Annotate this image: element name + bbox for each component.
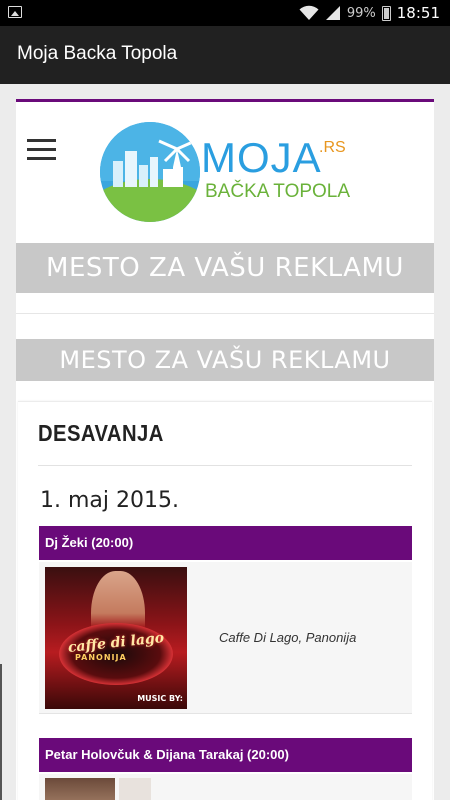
wifi-icon bbox=[299, 5, 319, 20]
poster-subbrand-text: PANONIJA bbox=[75, 653, 127, 662]
event-poster-image[interactable] bbox=[45, 778, 115, 800]
section-title: DESAVANJA bbox=[38, 420, 164, 446]
event-venue: Caffe Di Lago, Panonija bbox=[219, 630, 357, 645]
event-item[interactable] bbox=[39, 774, 412, 800]
event-item[interactable]: caffe di lago PANONIJA MUSIC BY: Caffe D… bbox=[39, 562, 412, 714]
ad-banner-2[interactable]: MESTO ZA VAŠU REKLAMU bbox=[16, 339, 434, 381]
event-poster-image bbox=[119, 778, 151, 800]
status-bar-right: 99% 18:51 bbox=[299, 3, 440, 23]
scrollbar[interactable] bbox=[0, 664, 2, 800]
divider bbox=[16, 313, 434, 314]
app-bar: Moja Backa Topola bbox=[0, 26, 450, 84]
event-title[interactable]: Petar Holovčuk & Dijana Tarakaj (20:00) bbox=[39, 738, 412, 772]
ad-banner-1[interactable]: MESTO ZA VAŠU REKLAMU bbox=[16, 243, 434, 293]
site-page: MOJA .RS BAČKA TOPOLA MESTO ZA VAŠU REKL… bbox=[16, 99, 434, 800]
image-notification-icon bbox=[8, 6, 22, 18]
accent-top-border bbox=[16, 99, 434, 102]
clock: 18:51 bbox=[396, 4, 440, 22]
hamburger-menu-icon[interactable] bbox=[27, 139, 56, 161]
event-poster-image[interactable]: caffe di lago PANONIJA MUSIC BY: bbox=[45, 567, 187, 709]
events-card: DESAVANJA 1. maj 2015. Dj Žeki (20:00) c… bbox=[18, 401, 432, 800]
signal-icon bbox=[325, 6, 340, 20]
event-date: 1. maj 2015. bbox=[40, 488, 179, 513]
logo-emblem-icon bbox=[100, 122, 200, 222]
poster-music-text: MUSIC BY: bbox=[137, 694, 183, 703]
section-divider bbox=[38, 465, 412, 466]
logo-subtitle: BAČKA TOPOLA bbox=[205, 181, 351, 202]
site-logo[interactable]: MOJA .RS BAČKA TOPOLA bbox=[99, 121, 359, 223]
logo-text: MOJA .RS BAČKA TOPOLA bbox=[201, 134, 350, 203]
battery-icon bbox=[381, 5, 391, 21]
logo-tld-text: .RS bbox=[319, 139, 346, 156]
status-bar: 99% 18:51 bbox=[0, 0, 450, 26]
event-title[interactable]: Dj Žeki (20:00) bbox=[39, 526, 412, 560]
logo-main-text: MOJA bbox=[201, 134, 322, 181]
webview[interactable]: MOJA .RS BAČKA TOPOLA MESTO ZA VAŠU REKL… bbox=[0, 84, 450, 800]
app-title: Moja Backa Topola bbox=[17, 43, 178, 64]
battery-percent: 99% bbox=[346, 5, 376, 21]
